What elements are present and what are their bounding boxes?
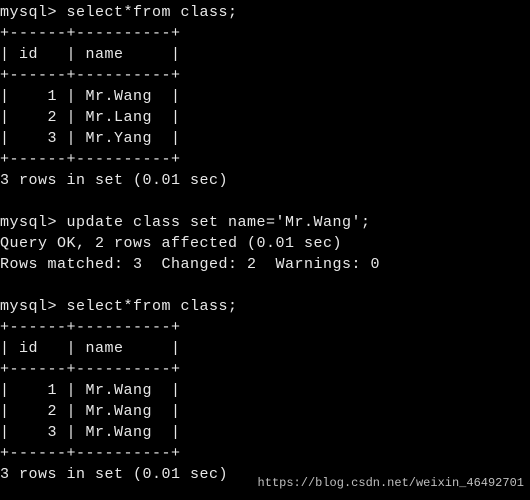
mysql-terminal[interactable]: mysql> select*from class; +------+------… bbox=[0, 2, 530, 485]
source-watermark: https://blog.csdn.net/weixin_46492701 bbox=[258, 475, 524, 492]
